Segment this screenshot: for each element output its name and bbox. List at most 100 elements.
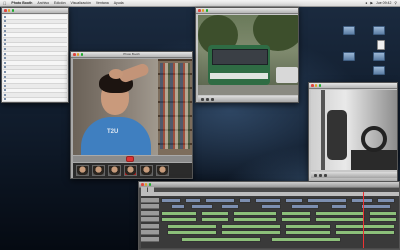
close-icon[interactable] xyxy=(73,53,76,56)
video-clip[interactable] xyxy=(291,204,319,209)
video-clip[interactable] xyxy=(377,198,395,203)
audio-clip[interactable] xyxy=(233,217,277,222)
file-icon xyxy=(4,98,6,101)
zoom-icon[interactable] xyxy=(80,53,84,56)
audio-clip[interactable] xyxy=(161,211,197,216)
rewind-icon[interactable] xyxy=(314,173,317,177)
video-clip[interactable] xyxy=(239,198,251,203)
audio-clip[interactable] xyxy=(335,230,395,235)
audio-clip[interactable] xyxy=(281,211,311,216)
video-clip[interactable] xyxy=(255,198,281,203)
audio-clip[interactable] xyxy=(285,224,331,229)
track-header[interactable] xyxy=(141,204,159,209)
audio-clip[interactable] xyxy=(285,230,331,235)
video-clip[interactable] xyxy=(191,204,213,209)
video-clip[interactable] xyxy=(205,198,235,203)
file-list-row[interactable] xyxy=(3,102,67,103)
playhead[interactable] xyxy=(363,192,364,248)
audio-clip[interactable] xyxy=(181,237,261,242)
audio-clip[interactable] xyxy=(335,224,395,229)
video-clip[interactable] xyxy=(161,198,181,203)
audio-clip[interactable] xyxy=(201,211,229,216)
audio-clip[interactable] xyxy=(369,217,397,222)
video-clip[interactable] xyxy=(221,204,239,209)
audio-clip[interactable] xyxy=(167,224,217,229)
desktop-icon[interactable] xyxy=(370,26,388,36)
audio-clip[interactable] xyxy=(233,211,277,216)
menu-visualizacion[interactable]: Visualización xyxy=(71,1,91,5)
menu-clock[interactable]: Jue 09:42 xyxy=(376,1,391,5)
menu-edicion[interactable]: Edición xyxy=(54,1,65,5)
track-header[interactable] xyxy=(141,211,159,216)
track-header[interactable] xyxy=(141,224,159,229)
video-clip[interactable] xyxy=(185,198,201,203)
timeline-area[interactable] xyxy=(141,192,399,248)
zoom-icon[interactable] xyxy=(205,9,209,12)
video-clip[interactable] xyxy=(331,204,347,209)
minimize-icon[interactable] xyxy=(144,183,148,186)
track-header[interactable] xyxy=(141,237,159,242)
video-titlebar[interactable] xyxy=(196,8,298,14)
photo-thumbnail[interactable] xyxy=(108,165,121,176)
track-header[interactable] xyxy=(141,198,159,203)
video-clip[interactable] xyxy=(307,198,347,203)
audio-clip[interactable] xyxy=(161,217,197,222)
photo-thumbnail[interactable] xyxy=(124,165,137,176)
photo-thumbnail[interactable] xyxy=(140,165,153,176)
audio-clip[interactable] xyxy=(221,224,281,229)
video-clip[interactable] xyxy=(361,204,391,209)
photo-thumbnail[interactable] xyxy=(92,165,105,176)
apple-menu-icon[interactable]:  xyxy=(3,1,6,6)
zoom-icon[interactable] xyxy=(11,9,15,12)
close-icon[interactable] xyxy=(311,84,314,87)
track-header[interactable] xyxy=(141,230,159,235)
forward-icon[interactable] xyxy=(211,97,214,101)
play-icon[interactable] xyxy=(206,97,209,101)
audio-clip[interactable] xyxy=(315,217,365,222)
finder-titlebar[interactable] xyxy=(2,8,68,14)
audio-clip[interactable] xyxy=(167,230,217,235)
wifi-icon[interactable]: ● xyxy=(365,1,367,5)
video-clip[interactable] xyxy=(351,198,373,203)
audio-clip[interactable] xyxy=(315,211,365,216)
zoom-icon[interactable] xyxy=(318,84,322,87)
photo-thumbnail[interactable] xyxy=(156,165,169,176)
track-header[interactable] xyxy=(141,217,159,222)
timeline-ruler[interactable] xyxy=(141,192,399,196)
minimize-icon[interactable] xyxy=(201,9,205,12)
audio-clip[interactable] xyxy=(271,237,341,242)
spotlight-icon[interactable]: ⚲ xyxy=(394,1,397,5)
timeline-titlebar[interactable] xyxy=(139,182,399,188)
forward-icon[interactable] xyxy=(324,173,327,177)
video-clip[interactable] xyxy=(261,204,281,209)
desktop-icon[interactable] xyxy=(340,26,358,36)
video-titlebar-2[interactable] xyxy=(309,83,397,89)
menu-ayuda[interactable]: Ayuda xyxy=(114,1,124,5)
audio-clip[interactable] xyxy=(221,230,281,235)
play-icon[interactable] xyxy=(319,173,322,177)
minimize-icon[interactable] xyxy=(7,9,11,12)
photo-booth-titlebar[interactable]: Photo Booth xyxy=(71,52,192,58)
desktop-icon[interactable] xyxy=(370,52,388,62)
zoom-icon[interactable] xyxy=(148,183,152,186)
video-clip[interactable] xyxy=(285,198,303,203)
photo-thumbnail[interactable] xyxy=(76,165,89,176)
desktop-icon[interactable] xyxy=(370,66,388,76)
menu-archivo[interactable]: Archivo xyxy=(37,1,49,5)
audio-clip[interactable] xyxy=(201,217,229,222)
audio-clip[interactable] xyxy=(281,217,311,222)
audio-clip[interactable] xyxy=(369,211,397,216)
desktop-icon[interactable] xyxy=(372,40,390,51)
minimize-icon[interactable] xyxy=(76,53,80,56)
close-icon[interactable] xyxy=(4,9,7,12)
menu-ventana[interactable]: Ventana xyxy=(96,1,109,5)
desktop-icon[interactable] xyxy=(340,52,358,62)
minimize-icon[interactable] xyxy=(314,84,318,87)
take-photo-button[interactable] xyxy=(126,156,134,162)
close-icon[interactable] xyxy=(198,9,201,12)
rewind-icon[interactable] xyxy=(201,97,204,101)
video-clip[interactable] xyxy=(171,204,185,209)
menu-app-name[interactable]: Photo Booth xyxy=(11,1,32,5)
volume-icon[interactable]: ▶ xyxy=(370,1,373,5)
close-icon[interactable] xyxy=(141,183,144,186)
